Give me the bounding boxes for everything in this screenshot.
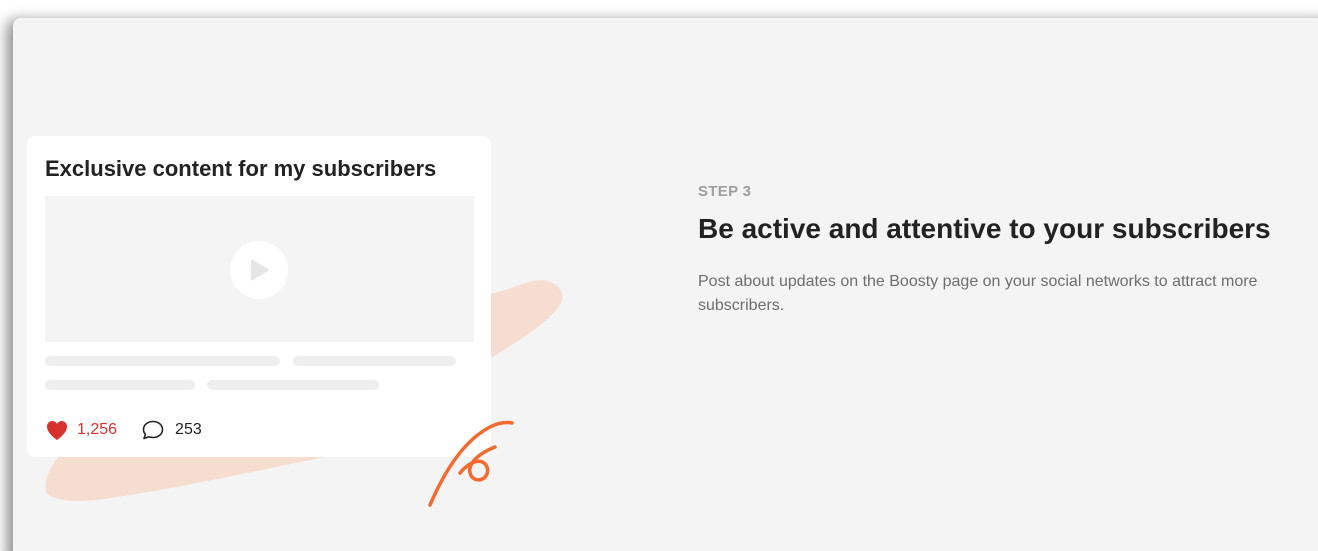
squiggle-decoration (428, 420, 514, 507)
text-placeholder-line (45, 356, 280, 366)
play-icon (251, 259, 269, 281)
text-placeholder-line (207, 380, 379, 390)
comment-bubble-icon[interactable] (141, 419, 165, 441)
post-title: Exclusive content for my subscribers (45, 156, 437, 181)
step-description: Post about updates on the Boosty page on… (698, 273, 1258, 314)
post-card[interactable]: Exclusive content for my subscribers 1,2… (27, 136, 491, 457)
step-title: Be active and attentive to your subscrib… (698, 213, 1271, 244)
step-label: STEP 3 (698, 183, 752, 200)
like-count: 1,256 (77, 421, 118, 438)
video-placeholder[interactable] (45, 196, 474, 342)
text-placeholder-line (293, 356, 456, 366)
play-button[interactable] (230, 241, 288, 299)
onboarding-section: Exclusive content for my subscribers 1,2… (0, 0, 1318, 551)
post-stats: 1,256 253 (45, 418, 202, 442)
heart-icon[interactable] (45, 419, 69, 441)
comment-count: 253 (175, 421, 202, 438)
text-placeholder-line (45, 380, 195, 390)
